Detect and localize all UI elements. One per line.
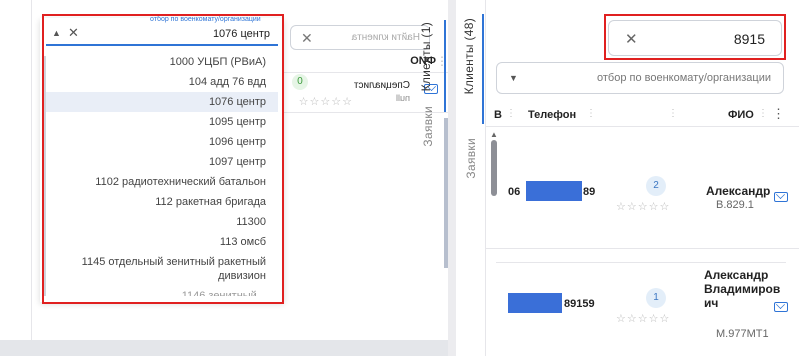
column-separator: ⋮ [668,108,678,119]
right-panel: Клиенты (48) Заявки ✕ 8915 ▼ отбор по во… [456,0,799,356]
client-name[interactable]: Александр [706,184,770,198]
column-extra-header[interactable]: В [494,109,502,121]
client-name[interactable]: Специалист [354,80,410,91]
tab-requests[interactable]: Заявки [421,106,435,147]
header-divider [486,126,799,127]
tab-requests[interactable]: Заявки [464,138,478,179]
client-badge: 2 [646,176,666,196]
filter-highlight-box [42,14,284,304]
search-input[interactable]: Найти клиента [352,32,420,43]
column-separator: ⋮ [758,108,768,119]
filter-placeholder: отбор по военкомату/организации [597,72,771,84]
column-separator: ⋮ [586,108,596,119]
client-badge: 1 [646,288,666,308]
card-border [496,262,786,263]
client-sub: null [395,93,410,103]
rating-stars[interactable]: ☆☆☆☆☆ [616,200,670,213]
client-name[interactable]: Александр Владимиров ич [704,268,780,310]
client-sub: М.977МТ1 [716,328,769,340]
phone-redaction [526,181,582,201]
client-row[interactable]: 89 06 2 ☆☆☆☆☆ Александр В.829.1 [486,130,799,248]
phone-prefix[interactable]: 89 [583,186,595,198]
search-highlight-box [604,14,786,60]
rating-stars[interactable]: ☆☆☆☆☆ [298,95,352,108]
left-panel: ФИО ⋮ Найти клиента ✕ Специалист null 0 … [0,0,448,356]
phone-suffix[interactable]: 06 [508,186,520,198]
tab-rail [0,0,32,356]
left-panel-bottom-bar [0,340,448,356]
row-divider [486,248,799,249]
filter-select[interactable]: ▼ отбор по военкомату/организации [496,62,784,94]
chevron-down-icon[interactable]: ▼ [509,73,518,83]
client-sub: В.829.1 [716,199,754,211]
column-separator: ⋮ [506,108,516,119]
column-fio-header[interactable]: ФИО [728,109,754,121]
list-scrollbar[interactable] [444,118,448,268]
tab-clients[interactable]: Клиенты (1) [419,22,433,91]
mail-icon[interactable] [774,302,788,312]
column-menu-icon[interactable]: ⋮ [436,54,448,68]
more-icon[interactable]: ⋮ [772,106,785,122]
rating-stars[interactable]: ☆☆☆☆☆ [616,312,670,325]
client-search-field[interactable]: Найти клиента ✕ [290,25,430,50]
mail-icon[interactable] [774,192,788,202]
tab-clients[interactable]: Клиенты (48) [462,18,476,94]
phone-redaction [508,293,562,313]
client-row[interactable]: 89159 1 ☆☆☆☆☆ Александр Владимиров ич М.… [486,262,799,356]
phone-prefix[interactable]: 89159 [564,298,595,310]
tab-clients-indicator [444,20,446,112]
tab-clients-indicator [482,14,484,124]
client-badge: 0 [292,74,308,90]
column-phone-header[interactable]: Телефон [528,109,576,121]
clear-search-icon[interactable]: ✕ [301,30,313,47]
